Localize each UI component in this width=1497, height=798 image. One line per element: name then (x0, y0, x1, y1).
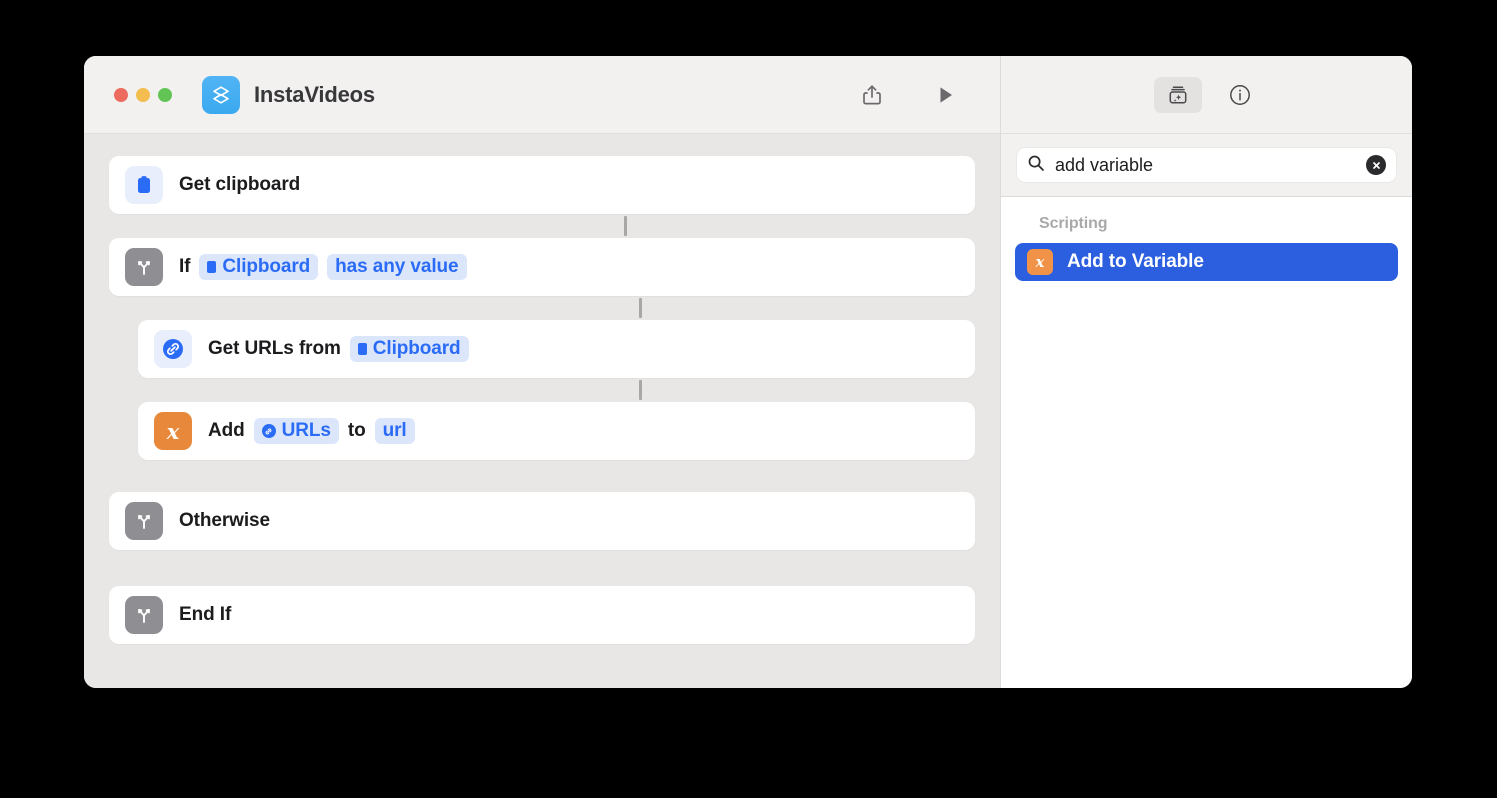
workflow-canvas: Get clipboard If Clipboard has any value… (84, 134, 1000, 688)
row-gap-3 (84, 378, 1000, 402)
row-wrap-otherwise: Otherwise (84, 492, 1000, 550)
connector-line (639, 380, 642, 400)
action-label: Otherwise (179, 510, 270, 532)
row-wrap-end-if: End If (84, 586, 1000, 644)
action-title: Otherwise (179, 510, 270, 531)
clipboard-icon (125, 166, 163, 204)
action-library-icon[interactable] (1153, 76, 1202, 113)
titlebar-left: InstaVideos (84, 56, 1000, 134)
action-label: Add URLs to url (208, 418, 415, 444)
action-row-get-clipboard[interactable]: Get clipboard (109, 156, 975, 214)
row-gap-4 (84, 460, 1000, 492)
action-label: End If (179, 604, 231, 626)
x-glyph: x (1035, 252, 1045, 271)
token-chip-variable-name[interactable]: url (374, 418, 415, 444)
shortcuts-stack-icon (202, 75, 240, 114)
page-title: InstaVideos (254, 81, 375, 107)
token-label: url (382, 420, 407, 441)
action-title: Get URLs from (208, 338, 341, 359)
action-label: Get URLs from Clipboard (208, 336, 469, 362)
close-button[interactable] (114, 87, 128, 102)
action-row-get-urls[interactable]: Get URLs from Clipboard (138, 320, 975, 378)
branch-icon (125, 248, 163, 286)
action-title: Add (208, 420, 245, 441)
action-title: If (179, 256, 191, 277)
token-label: Clipboard (372, 338, 461, 359)
link-mini-icon (261, 424, 276, 438)
share-icon[interactable] (852, 78, 892, 112)
branch-icon (125, 596, 163, 634)
token-label: Clipboard (222, 256, 311, 277)
token-chip-urls[interactable]: URLs (253, 418, 339, 444)
search-value: add variable (1055, 154, 1154, 175)
row-gap-2 (84, 296, 1000, 320)
window-body: Get clipboard If Clipboard has any value… (84, 134, 1412, 688)
traffic-lights (114, 87, 172, 102)
action-label: Get clipboard (179, 174, 300, 196)
action-library-sidebar: add variable Scripting x Add to Variable (1000, 134, 1412, 688)
zoom-button[interactable] (158, 87, 172, 102)
row-wrap-get-clipboard: Get clipboard (84, 156, 1000, 214)
search-input[interactable]: add variable (1017, 148, 1396, 182)
clipboard-mini-icon (207, 261, 217, 273)
clear-icon[interactable] (1366, 155, 1386, 175)
token-word-to: to (347, 420, 366, 441)
result-label: Add to Variable (1067, 251, 1204, 272)
action-row-end-if[interactable]: End If (109, 586, 975, 644)
search-results: Scripting x Add to Variable (1001, 197, 1412, 281)
action-row-add-to-variable[interactable]: x Add URLs to url (138, 402, 975, 460)
titlebar: InstaVideos (84, 56, 1412, 134)
action-title: Get clipboard (179, 174, 301, 195)
result-row-add-to-variable[interactable]: x Add to Variable (1015, 243, 1398, 281)
action-title: End If (179, 604, 232, 625)
row-wrap-add-to-variable: x Add URLs to url (84, 402, 1000, 460)
row-gap-5 (84, 550, 1000, 586)
connector-line (624, 216, 627, 236)
row-wrap-get-urls: Get URLs from Clipboard (84, 320, 1000, 378)
token-label: URLs (281, 420, 331, 441)
play-icon[interactable] (926, 78, 966, 112)
search-icon (1027, 154, 1045, 177)
titlebar-right (1000, 56, 1412, 134)
variable-x-icon: x (1027, 249, 1053, 275)
shortcuts-window: InstaVideos Get clipboard If Clipboard h… (84, 56, 1412, 688)
library-toolbar-group (1153, 76, 1260, 113)
action-row-otherwise[interactable]: Otherwise (109, 492, 975, 550)
token-chip-condition[interactable]: has any value (327, 254, 467, 280)
variable-x-icon: x (154, 412, 192, 450)
x-glyph: x (166, 418, 180, 444)
search-band: add variable (1001, 134, 1412, 197)
row-wrap-if: If Clipboard has any value (84, 238, 1000, 296)
connector-line (639, 298, 642, 318)
link-icon (154, 330, 192, 368)
token-chip-clipboard[interactable]: Clipboard (349, 336, 469, 362)
minimize-button[interactable] (136, 87, 150, 102)
info-icon[interactable] (1220, 78, 1260, 112)
token-label: has any value (335, 256, 459, 277)
action-label: If Clipboard has any value (179, 254, 467, 280)
row-gap-1 (84, 214, 1000, 238)
branch-icon (125, 502, 163, 540)
token-chip-clipboard[interactable]: Clipboard (199, 254, 319, 280)
clipboard-mini-icon (357, 343, 367, 355)
action-row-if[interactable]: If Clipboard has any value (109, 238, 975, 296)
results-group-header: Scripting (1039, 215, 1108, 232)
